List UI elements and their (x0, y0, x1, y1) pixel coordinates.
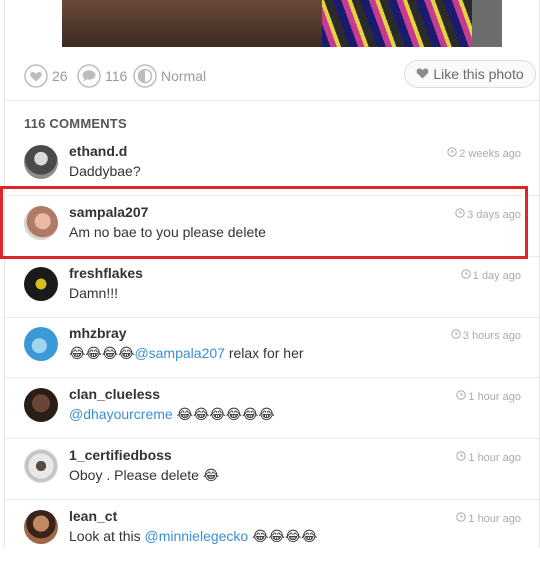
comment-body-after: relax for her (224, 345, 304, 361)
clock-icon (460, 269, 473, 282)
like-photo-label: Like this photo (433, 66, 524, 82)
comment-body: Oboy . Please delete 😂 (69, 467, 220, 483)
heart-icon (416, 66, 433, 82)
clock-icon (447, 147, 459, 160)
comment-username[interactable]: lean_ct (69, 508, 117, 524)
comment-time-text: 1 hour ago (468, 390, 521, 403)
comments-header: 116 COMMENTS (24, 116, 127, 131)
comment-time: 1 hour ago (456, 390, 521, 403)
filter-icon (133, 64, 157, 88)
comment-body: Look at this (69, 528, 145, 544)
comment-time: 2 weeks ago (447, 147, 521, 160)
comment-time: 1 day ago (460, 269, 521, 282)
comment-username[interactable]: freshflakes (69, 265, 143, 281)
heart-icon (24, 64, 48, 88)
comment-time-text: 1 day ago (472, 269, 521, 282)
comment-time-text: 1 hour ago (468, 451, 521, 464)
clock-icon (451, 329, 463, 342)
comment-time: 1 hour ago (456, 451, 521, 464)
comment-item: 1_certifiedboss Oboy . Please delete 😂 1… (5, 439, 539, 500)
mention-link[interactable]: @minnielegecko (145, 528, 249, 544)
avatar[interactable] (24, 145, 58, 179)
comment-username[interactable]: 1_certifiedboss (69, 447, 172, 463)
clock-icon (456, 512, 468, 525)
speech-bubble-icon (77, 64, 101, 88)
comment-text: Look at this @minnielegecko 😂😂😂😂 (69, 528, 318, 545)
divider (5, 100, 539, 101)
comment-text: Daddybae? (69, 163, 141, 179)
clock-icon (456, 451, 468, 464)
filter-stat: Normal (133, 64, 206, 88)
likes-count: 26 (52, 68, 68, 84)
comment-time-text: 2 weeks ago (459, 147, 521, 160)
photo-subject (62, 0, 322, 47)
highlight-box (0, 186, 528, 259)
photo-stats-bar: 26 116 Normal Like this photo (5, 56, 539, 94)
clock-icon (456, 390, 468, 403)
photo-card: 26 116 Normal Like this photo 116 COMMEN… (4, 0, 540, 548)
comment-time: 3 hours ago (451, 329, 521, 342)
comment-time: 1 hour ago (456, 512, 521, 525)
comment-username[interactable]: mhzbray (69, 325, 127, 341)
photo[interactable] (62, 0, 502, 47)
comment-text: Oboy . Please delete 😂 (69, 467, 219, 484)
comment-item: lean_ct Look at this @minnielegecko 😂😂😂😂… (5, 500, 539, 548)
mention-link[interactable]: @dhayourcreme (69, 406, 173, 422)
avatar[interactable] (24, 267, 58, 301)
comment-username[interactable]: ethand.d (69, 143, 127, 159)
filter-name: Normal (161, 68, 207, 84)
comments-count: 116 (105, 68, 128, 84)
comment-item: clan_clueless @dhayourcreme 😂😂😂😂😂😂 1 hou… (5, 378, 539, 439)
comment-text: @dhayourcreme 😂😂😂😂😂😂 (69, 406, 275, 423)
comment-body-after: 😂😂😂😂😂😂 (172, 406, 275, 422)
comment-item: mhzbray 😂😂😂😂@sampala207 relax for her 3 … (5, 317, 539, 378)
comment-item: freshflakes Damn!!! 1 day ago (5, 257, 539, 318)
likes-stat[interactable]: 26 (24, 64, 68, 88)
avatar[interactable] (24, 327, 58, 361)
comment-time-text: 3 hours ago (462, 329, 521, 342)
comment-time-text: 1 hour ago (468, 512, 521, 525)
comment-body: Daddybae? (69, 163, 141, 179)
comment-body: Damn!!! (69, 285, 119, 301)
comment-username[interactable]: clan_clueless (69, 386, 160, 402)
like-photo-button[interactable]: Like this photo (404, 60, 536, 88)
mention-link[interactable]: @sampala207 (134, 345, 225, 361)
comment-text: Damn!!! (69, 285, 118, 301)
avatar[interactable] (24, 510, 58, 544)
avatar[interactable] (24, 449, 58, 483)
photo-background (472, 0, 502, 47)
avatar[interactable] (24, 388, 58, 422)
comment-text: 😂😂😂😂@sampala207 relax for her (69, 345, 304, 362)
photo-fabric (322, 0, 472, 47)
comment-body-after: 😂😂😂😂 (248, 528, 318, 544)
comments-stat[interactable]: 116 (77, 64, 127, 88)
comment-body: 😂😂😂😂 (69, 345, 135, 361)
